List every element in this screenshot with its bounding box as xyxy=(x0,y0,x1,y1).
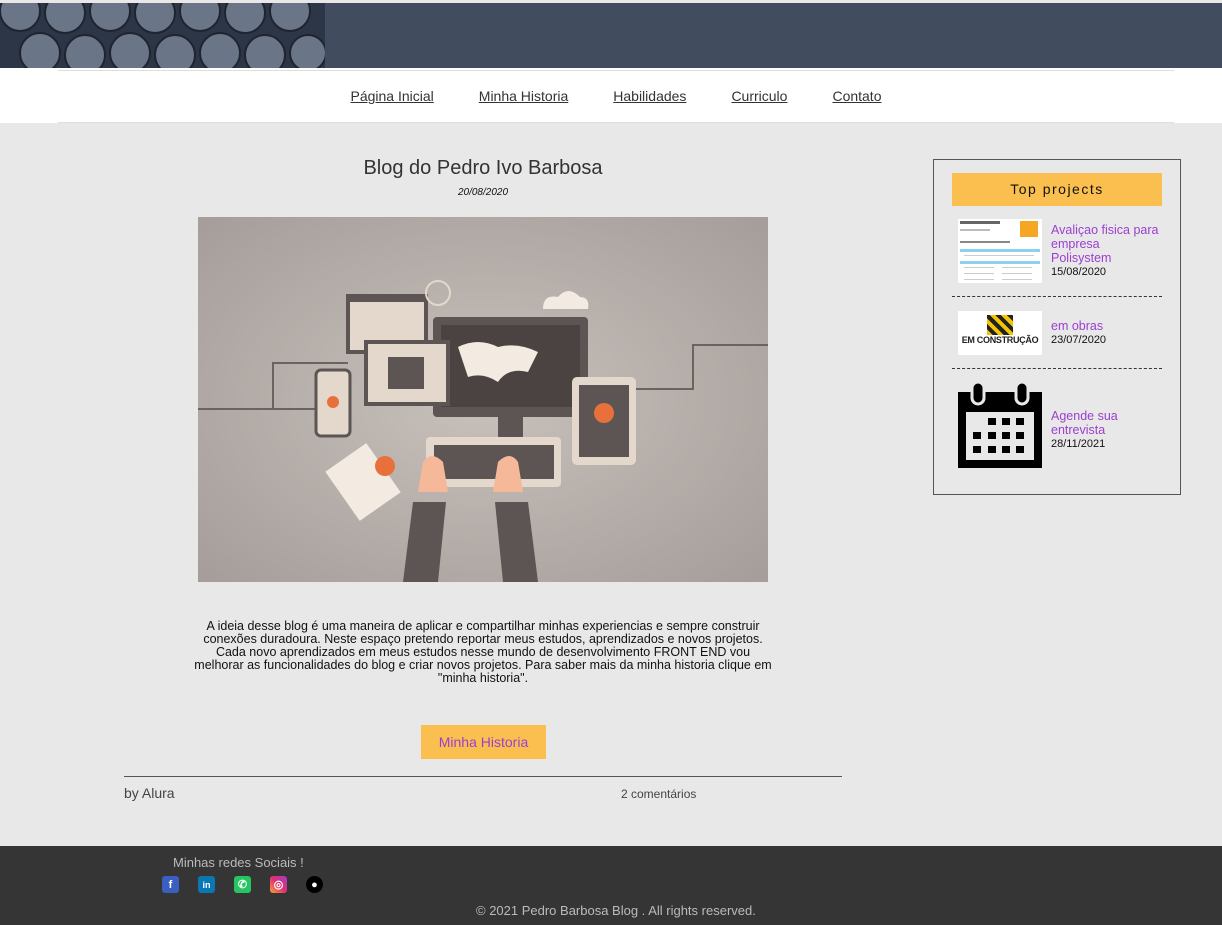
divider xyxy=(124,776,842,777)
nav-minha-historia[interactable]: Minha Historia xyxy=(479,88,568,104)
project-link[interactable]: Avaliçao fisica para empresa Polisystem xyxy=(1051,223,1161,265)
post-title: Blog do Pedro Ivo Barbosa xyxy=(363,157,603,179)
social-title: Minhas redes Sociais ! xyxy=(173,855,304,870)
nav-home[interactable]: Página Inicial xyxy=(351,88,434,104)
project-item[interactable]: Avaliçao fisica para empresa Polisystem … xyxy=(958,219,1158,284)
nav-curriculo[interactable]: Curriculo xyxy=(731,88,787,104)
instagram-icon[interactable]: ◎ xyxy=(270,876,287,893)
nav-contato[interactable]: Contato xyxy=(832,88,881,104)
post-date: 20/08/2020 xyxy=(457,187,509,198)
top-projects-sidebar: Top projects Avaliçao fisica para empres… xyxy=(933,159,1181,495)
copyright: © 2021 Pedro Barbosa Blog . All rights r… xyxy=(476,903,756,918)
sidebar-title: Top projects xyxy=(952,173,1162,206)
divider xyxy=(58,122,1174,123)
project-link[interactable]: Agende sua entrevista xyxy=(1051,409,1161,437)
project-date: 23/07/2020 xyxy=(1051,334,1107,346)
header-bubbles-image xyxy=(0,3,325,68)
linkedin-icon[interactable]: in xyxy=(198,876,215,893)
project-thumbnail: EM CONSTRUÇÃO xyxy=(958,311,1042,355)
post-hero-image xyxy=(198,217,768,582)
header-banner xyxy=(0,3,1222,68)
nav-habilidades[interactable]: Habilidades xyxy=(613,88,686,104)
divider xyxy=(952,296,1162,297)
project-date: 28/11/2021 xyxy=(1051,438,1106,450)
post-body: A ideia desse blog é uma maneira de apli… xyxy=(194,619,772,685)
minha-historia-button[interactable]: Minha Historia xyxy=(421,725,546,759)
main-nav: Página Inicial Minha Historia Habilidade… xyxy=(0,68,1222,123)
github-icon[interactable]: ● xyxy=(306,876,323,893)
project-link[interactable]: em obras xyxy=(1051,319,1161,333)
project-date: 15/08/2020 xyxy=(1051,266,1107,278)
whatsapp-icon[interactable]: ✆ xyxy=(234,876,251,893)
project-thumbnail xyxy=(958,219,1042,283)
facebook-icon[interactable]: f xyxy=(162,876,179,893)
calendar-icon xyxy=(958,382,1042,468)
footer: Minhas redes Sociais ! f in ✆ ◎ ● © 2021… xyxy=(0,846,1222,925)
project-item[interactable]: Agende sua entrevista 28/11/2021 xyxy=(958,382,1158,468)
project-item[interactable]: EM CONSTRUÇÃO em obras 23/07/2020 xyxy=(958,311,1158,356)
divider xyxy=(58,70,1174,71)
post-author: by Alura xyxy=(124,785,175,801)
divider xyxy=(952,368,1162,369)
comments-link[interactable]: 2 comentários xyxy=(621,787,696,801)
